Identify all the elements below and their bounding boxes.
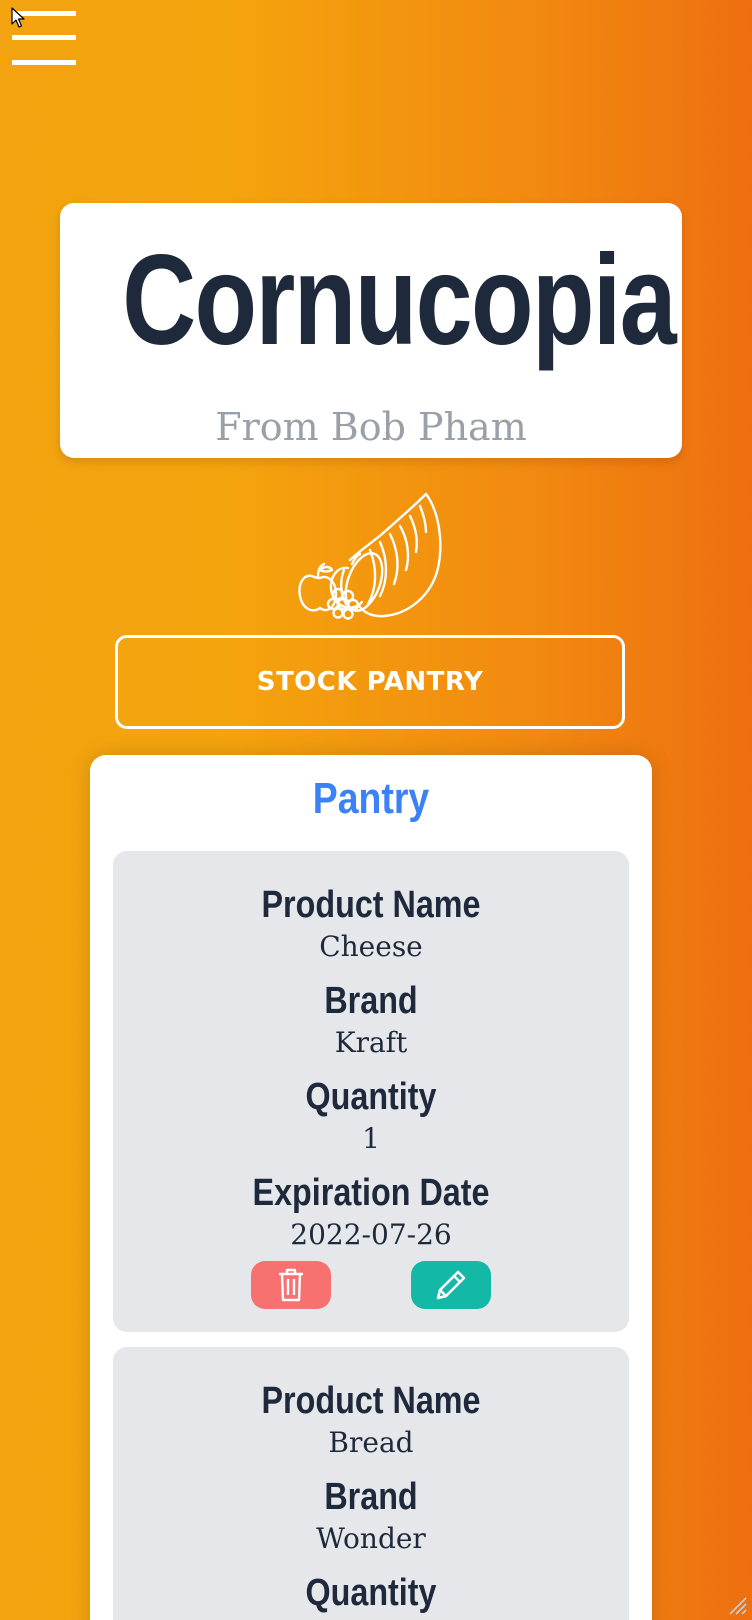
mouse-cursor-icon	[11, 7, 25, 28]
quantity-label: Quantity	[305, 1076, 437, 1118]
edit-item-button[interactable]	[411, 1261, 491, 1309]
resize-grip-icon[interactable]	[724, 1592, 748, 1616]
pencil-icon	[436, 1270, 466, 1300]
pantry-title: Pantry	[312, 774, 430, 823]
brand-label: Brand	[324, 1476, 418, 1518]
delete-item-button[interactable]	[251, 1261, 331, 1309]
product-name-value: Bread	[328, 1426, 414, 1459]
pantry-panel: Pantry Product Name Cheese Brand Kraft Q…	[90, 755, 652, 1620]
app-subtitle: From Bob Pham	[215, 405, 527, 449]
pantry-item-card: Product Name Cheese Brand Kraft Quantity…	[113, 851, 629, 1332]
menu-bar-middle	[12, 35, 76, 40]
stock-pantry-button[interactable]: STOCK PANTRY	[115, 635, 625, 729]
brand-label: Brand	[324, 980, 418, 1022]
expiration-date-value: 2022-07-26	[290, 1218, 452, 1251]
brand-value: Wonder	[316, 1522, 426, 1555]
brand-value: Kraft	[334, 1026, 408, 1059]
app-title: Cornucopia	[122, 229, 677, 372]
expiration-date-label: Expiration Date	[252, 1172, 490, 1214]
quantity-label: Quantity	[305, 1572, 437, 1614]
product-name-value: Cheese	[319, 930, 423, 963]
menu-bar-bottom	[12, 60, 76, 65]
product-name-label: Product Name	[261, 884, 481, 926]
trash-icon	[279, 1268, 303, 1302]
quantity-value: 1	[362, 1122, 380, 1155]
title-card: Cornucopia From Bob Pham	[60, 203, 682, 458]
product-name-label: Product Name	[261, 1380, 481, 1422]
cornucopia-icon	[298, 492, 442, 620]
pantry-item-card: Product Name Bread Brand Wonder Quantity	[113, 1347, 629, 1620]
